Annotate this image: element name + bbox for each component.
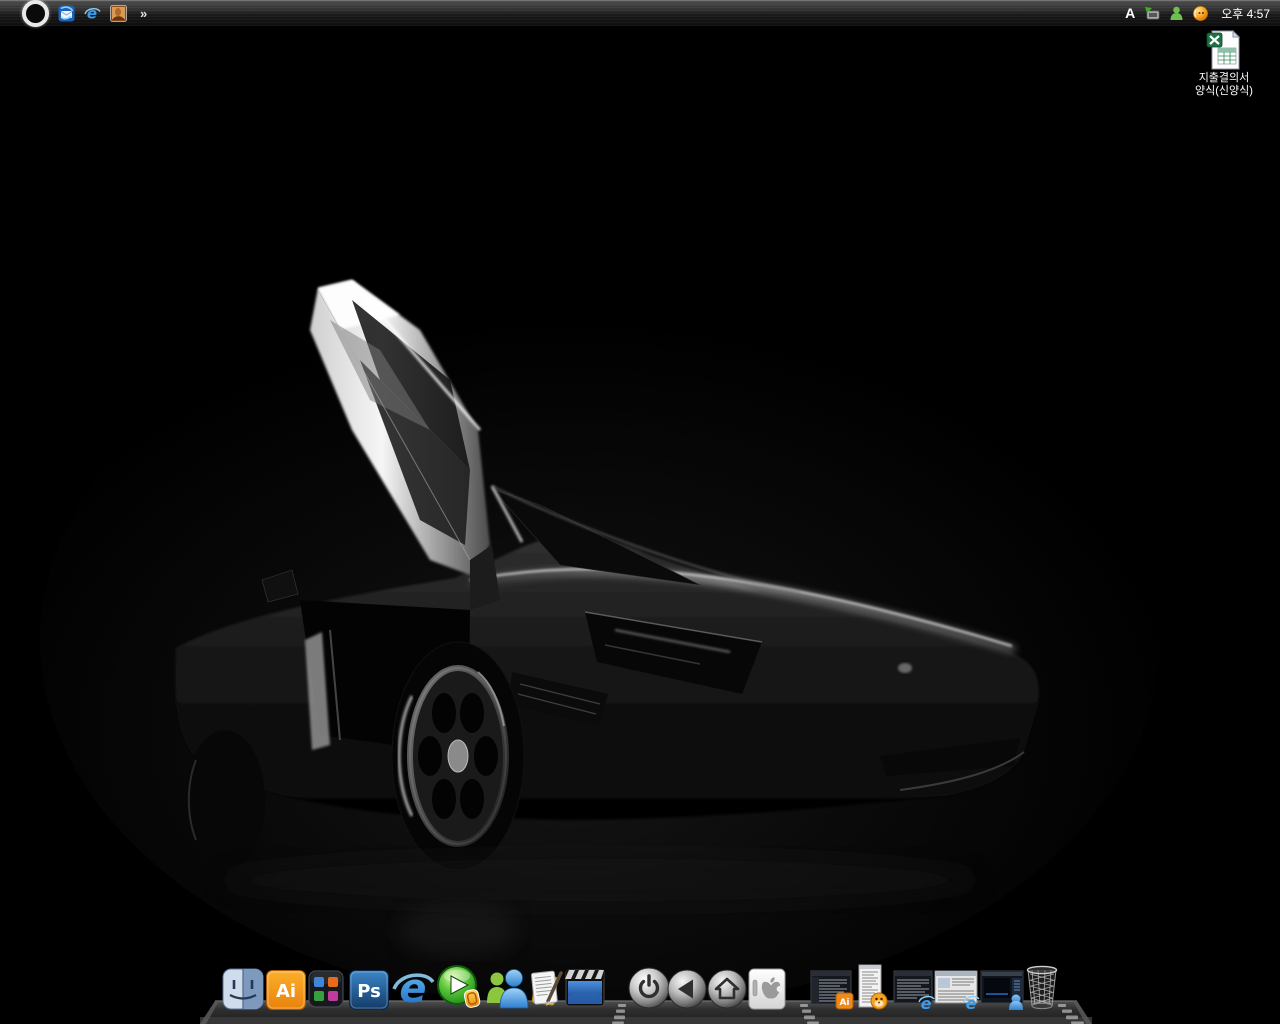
svg-text:Ai: Ai bbox=[839, 998, 849, 1008]
msn-messenger-icon bbox=[483, 966, 529, 1010]
documents-icon bbox=[525, 968, 567, 1010]
internet-explorer-icon: e bbox=[391, 966, 435, 1010]
dock-media-player[interactable] bbox=[437, 964, 483, 1010]
finder-icon bbox=[222, 968, 264, 1010]
svg-text:Ai: Ai bbox=[276, 981, 296, 1002]
dock-back-button[interactable] bbox=[666, 968, 708, 1010]
desktop-icon-excel-document[interactable]: 지출결의서 양식(신양식) bbox=[1176, 30, 1272, 98]
window-thumbnail-messenger bbox=[858, 964, 888, 1010]
menubar: e » A bbox=[0, 0, 1280, 27]
window-thumbnail-ie-2: e bbox=[934, 970, 980, 1010]
back-icon bbox=[666, 968, 708, 1010]
illustrator-badge: Ai bbox=[836, 993, 853, 1009]
hardware-eject-icon[interactable] bbox=[1144, 5, 1161, 22]
dock-apple-drive[interactable] bbox=[748, 968, 786, 1010]
excel-file-icon bbox=[1206, 30, 1242, 70]
dock-documents[interactable] bbox=[525, 968, 567, 1010]
dock-window-illustrator[interactable]: Ai bbox=[810, 970, 854, 1010]
tray-clock[interactable]: 오후 4:57 bbox=[1216, 5, 1270, 22]
internet-explorer-small-icon[interactable]: e bbox=[84, 5, 101, 22]
ime-indicator[interactable]: A bbox=[1125, 5, 1137, 21]
dock-adobe-illustrator[interactable]: Ai bbox=[266, 970, 306, 1010]
window-thumbnail-illustrator: Ai bbox=[810, 970, 854, 1010]
media-player-icon bbox=[437, 964, 483, 1010]
orange-mascot-badge bbox=[871, 993, 887, 1009]
desktop-icon-label: 지출결의서 양식(신양식) bbox=[1176, 72, 1272, 98]
svg-text:Ps: Ps bbox=[357, 981, 381, 1002]
desktop-screen: e » A bbox=[0, 0, 1280, 1024]
apple-drive-icon bbox=[748, 968, 786, 1010]
dock-trash[interactable] bbox=[1022, 964, 1062, 1010]
photoshop-icon: Ps bbox=[349, 970, 389, 1010]
power-icon bbox=[627, 966, 671, 1010]
dock-movies[interactable] bbox=[562, 966, 608, 1010]
dock-window-msn[interactable] bbox=[980, 970, 1026, 1010]
window-thumbnail-msn bbox=[980, 970, 1026, 1010]
dock-finder[interactable] bbox=[222, 968, 264, 1010]
dock-window-ie-2[interactable]: e bbox=[934, 970, 980, 1010]
start-orb-icon[interactable] bbox=[22, 0, 49, 27]
window-thumbnail-ie-1: e bbox=[893, 970, 935, 1010]
outlook-express-icon[interactable] bbox=[58, 5, 75, 22]
orange-mascot-icon[interactable] bbox=[1192, 5, 1209, 22]
illustrator-icon: Ai bbox=[266, 970, 306, 1010]
toolbar-overflow-chevron[interactable]: » bbox=[136, 6, 146, 21]
dock-home-button[interactable] bbox=[706, 968, 748, 1010]
wallpaper-lamborghini bbox=[0, 0, 1280, 1024]
dock-msn-messenger[interactable] bbox=[483, 966, 529, 1010]
applications-stack-icon bbox=[306, 968, 346, 1010]
dock-power-button[interactable] bbox=[627, 966, 671, 1010]
dock-window-ie-1[interactable]: e bbox=[893, 970, 935, 1010]
photo-viewer-icon[interactable] bbox=[110, 5, 127, 22]
movies-icon bbox=[562, 966, 608, 1010]
dock-window-messenger[interactable] bbox=[858, 964, 888, 1010]
trash-icon bbox=[1022, 964, 1062, 1010]
svg-text:e: e bbox=[87, 5, 97, 22]
dock-adobe-photoshop[interactable]: Ps bbox=[349, 970, 389, 1010]
home-icon bbox=[706, 968, 748, 1010]
dock-internet-explorer[interactable]: e bbox=[391, 966, 435, 1010]
dock-applications-stack[interactable] bbox=[306, 968, 346, 1010]
messenger-status-icon[interactable] bbox=[1168, 5, 1185, 22]
svg-text:e: e bbox=[399, 966, 426, 1010]
